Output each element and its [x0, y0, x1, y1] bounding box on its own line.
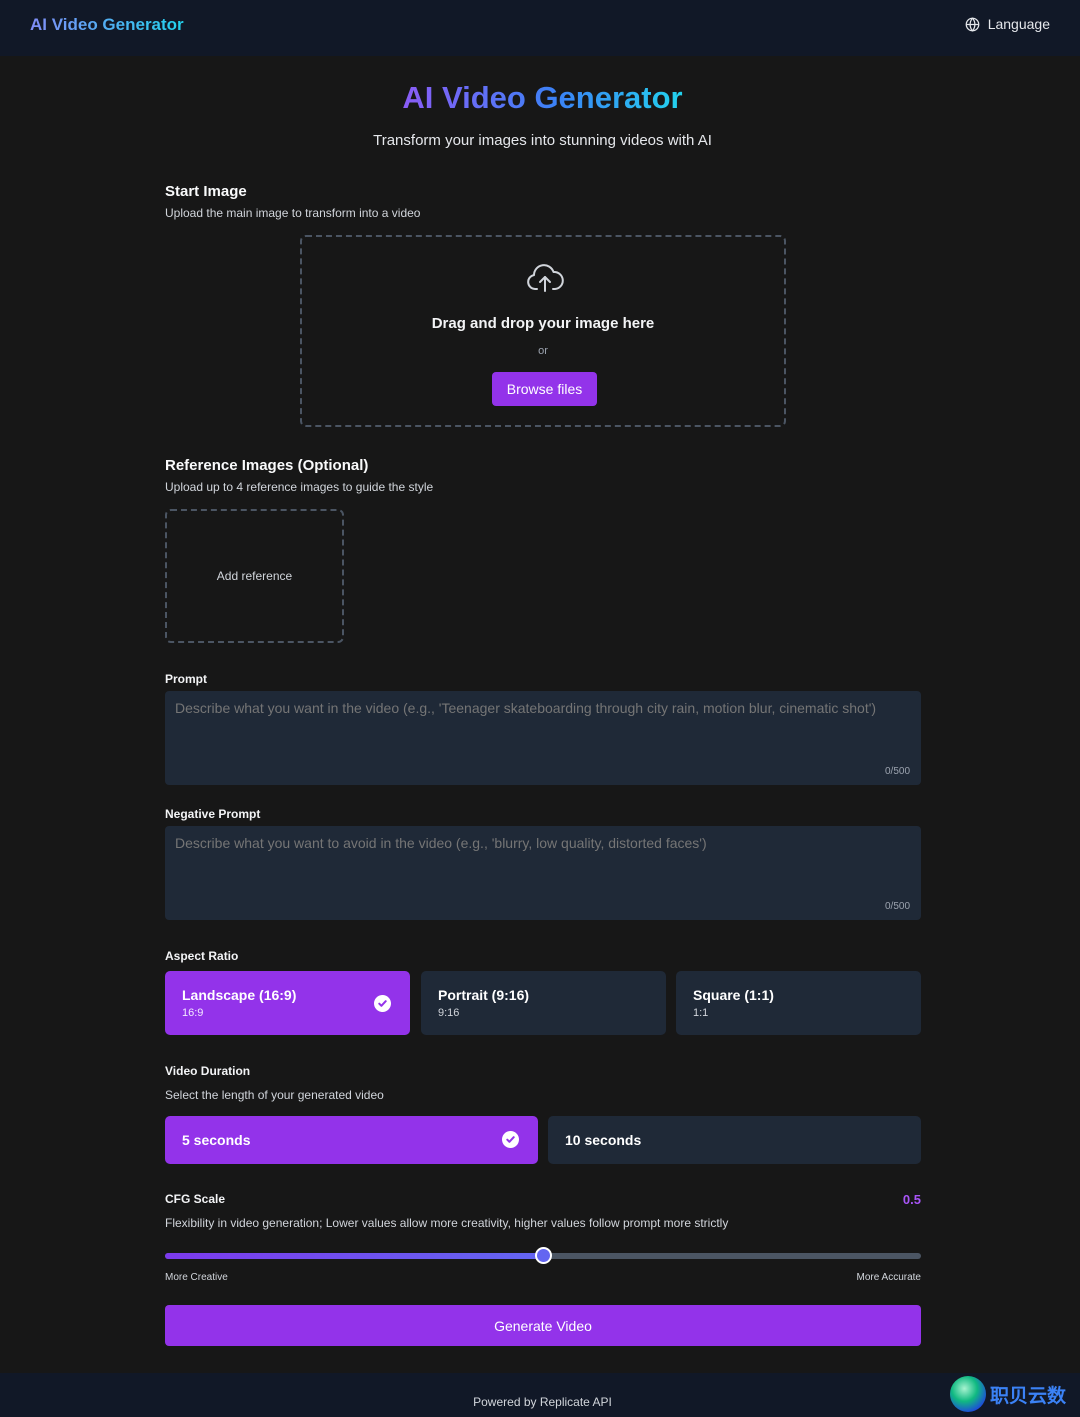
prompt-label: Prompt	[165, 672, 207, 686]
aspect-option-value: 16:9	[182, 1007, 204, 1019]
top-navbar: AI Video Generator Language	[0, 0, 1080, 56]
duration-option-name: 10 seconds	[565, 1132, 642, 1148]
start-image-subtitle: Upload the main image to transform into …	[165, 206, 421, 220]
brand-logo[interactable]: AI Video Generator	[30, 15, 184, 35]
cfg-min-label: More Creative	[165, 1272, 228, 1283]
cfg-max-label: More Accurate	[856, 1272, 921, 1283]
aspect-option-value: 1:1	[693, 1007, 709, 1019]
page-title: AI Video Generator	[402, 80, 683, 115]
watermark-text: 职贝云数	[990, 1385, 1067, 1407]
video-duration-label: Video Duration	[165, 1064, 251, 1078]
dropzone-or: or	[538, 345, 548, 357]
globe-logo-icon	[950, 1376, 986, 1412]
negative-prompt-input[interactable]	[165, 826, 921, 920]
negative-prompt-label: Negative Prompt	[165, 807, 261, 821]
aspect-option-name: Square (1:1)	[693, 987, 774, 1003]
language-label: Language	[987, 16, 1050, 32]
globe-icon	[965, 16, 980, 32]
aspect-ratio-label: Aspect Ratio	[165, 949, 239, 963]
cfg-scale-description: Flexibility in video generation; Lower v…	[165, 1216, 729, 1230]
cfg-scale-label: CFG Scale	[165, 1192, 226, 1206]
duration-option-name: 5 seconds	[182, 1132, 251, 1148]
reference-images-title: Reference Images (Optional)	[165, 457, 369, 474]
footer-text: Powered by Replicate API	[473, 1395, 612, 1409]
add-reference-button[interactable]: Add reference	[165, 509, 344, 643]
check-icon	[374, 995, 391, 1012]
cfg-slider-thumb[interactable]	[535, 1247, 552, 1264]
aspect-option-portrait[interactable]: Portrait (9:16) 9:16	[421, 971, 666, 1035]
browse-files-button[interactable]: Browse files	[492, 372, 597, 406]
start-image-title: Start Image	[165, 183, 247, 200]
video-duration-subtitle: Select the length of your generated vide…	[165, 1088, 384, 1102]
aspect-option-square[interactable]: Square (1:1) 1:1	[676, 971, 921, 1035]
footer: Powered by Replicate API	[0, 1373, 1080, 1417]
duration-option-10s[interactable]: 10 seconds	[548, 1116, 921, 1164]
duration-option-5s[interactable]: 5 seconds	[165, 1116, 538, 1164]
cfg-scale-slider[interactable]	[165, 1247, 921, 1264]
check-icon	[502, 1131, 519, 1148]
watermark-logo: 职贝云数	[950, 1374, 1080, 1414]
prompt-input[interactable]	[165, 691, 921, 785]
reference-images-subtitle: Upload up to 4 reference images to guide…	[165, 480, 434, 494]
aspect-option-name: Landscape (16:9)	[182, 987, 297, 1003]
add-reference-label: Add reference	[216, 569, 293, 583]
aspect-option-landscape[interactable]: Landscape (16:9) 16:9	[165, 971, 410, 1035]
negative-prompt-counter: 0/500	[885, 901, 911, 912]
cfg-slider-fill	[165, 1253, 543, 1259]
language-selector[interactable]: Language	[965, 16, 1050, 32]
cfg-scale-value: 0.5	[902, 1192, 921, 1207]
prompt-counter: 0/500	[885, 766, 911, 777]
dropzone-text: Drag and drop your image here	[431, 315, 655, 332]
page-subtitle: Transform your images into stunning vide…	[373, 132, 712, 149]
aspect-option-name: Portrait (9:16)	[438, 987, 530, 1003]
aspect-option-value: 9:16	[438, 1007, 460, 1019]
generate-video-button[interactable]: Generate Video	[165, 1305, 921, 1346]
start-image-dropzone[interactable]: Drag and drop your image here or Browse …	[300, 235, 786, 427]
cloud-upload-icon	[527, 264, 564, 292]
